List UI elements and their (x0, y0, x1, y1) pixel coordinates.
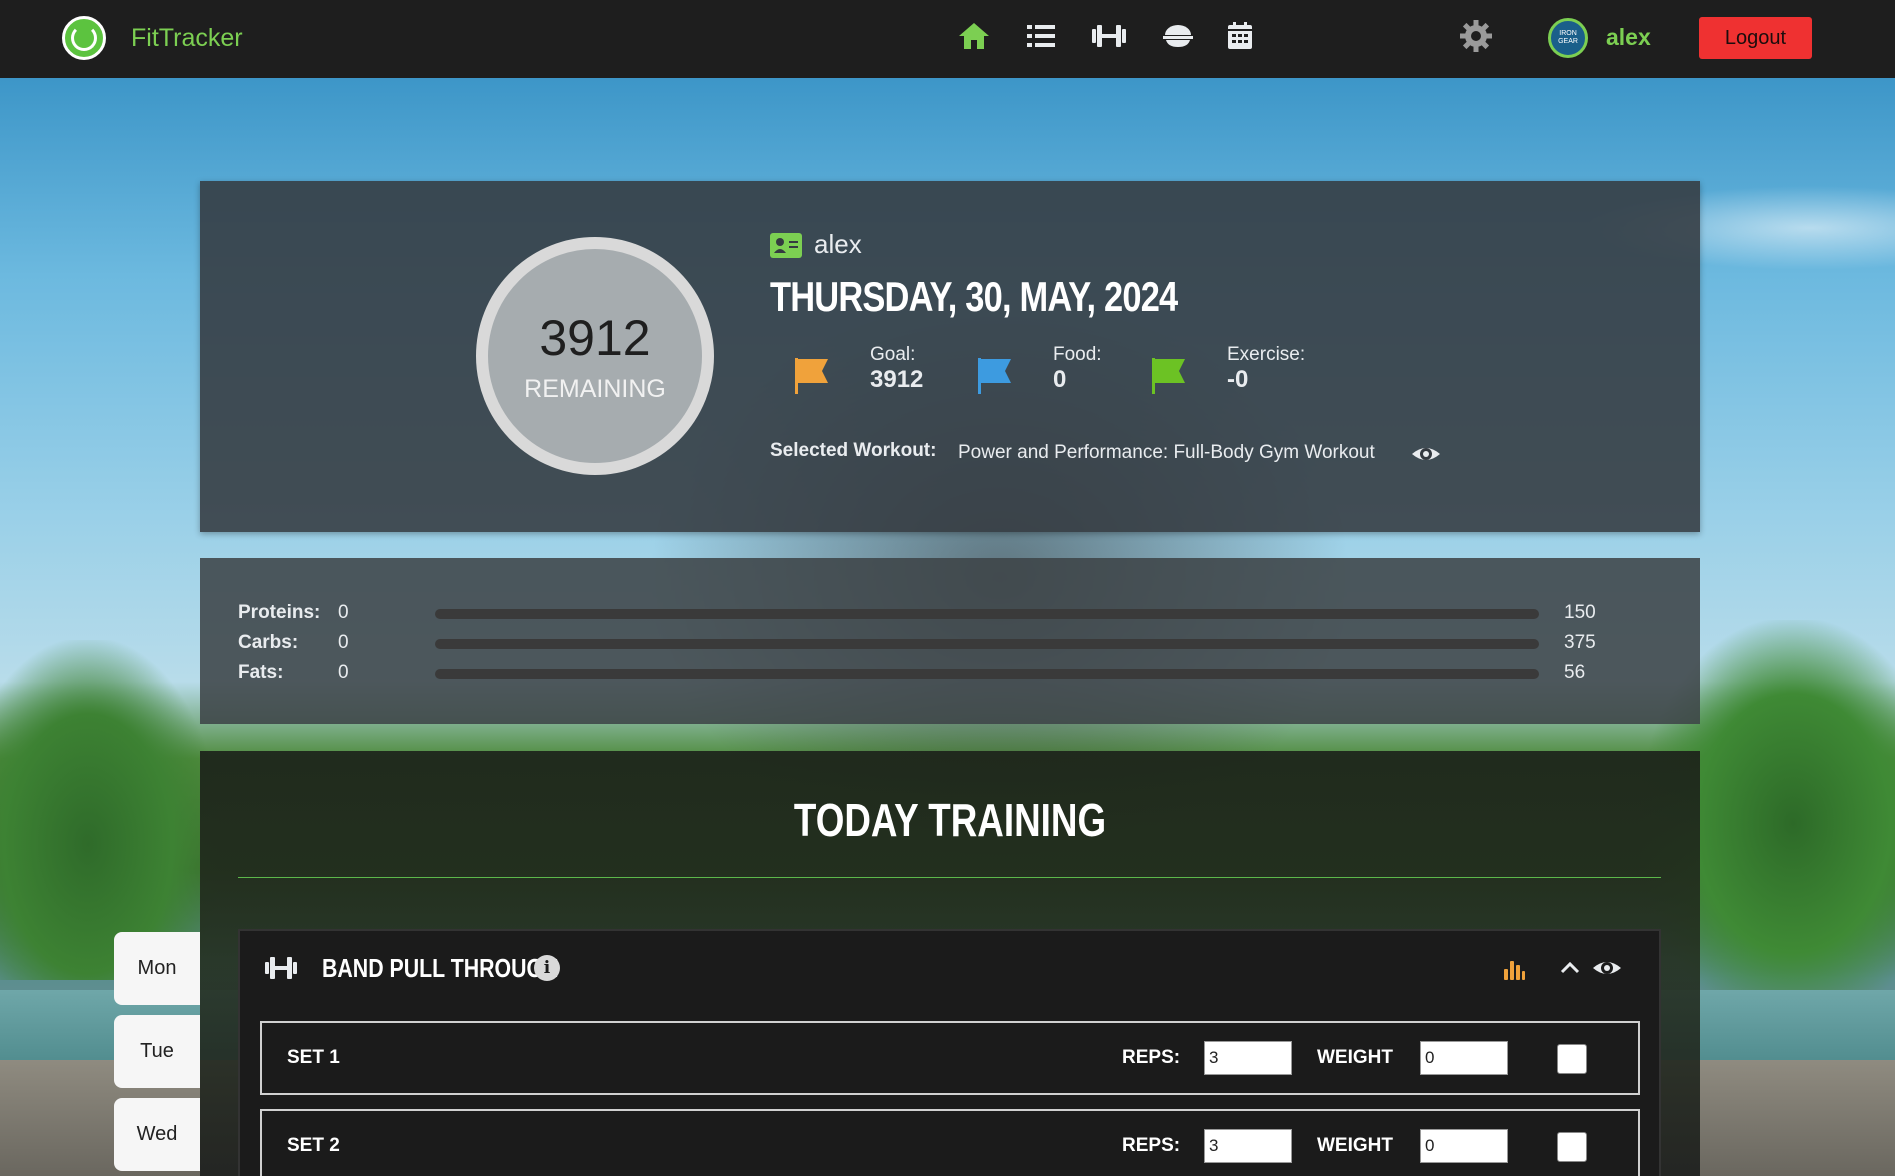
day-tab-wed[interactable]: Wed (114, 1098, 200, 1171)
view-workout-eye-icon[interactable] (1411, 439, 1441, 469)
exercise-stat: Exercise: -0 (1227, 344, 1305, 394)
dumbbell-icon[interactable] (1091, 18, 1127, 54)
weight-input[interactable] (1420, 1041, 1508, 1075)
set-label: SET 2 (287, 1135, 340, 1156)
macro-name: Fats: (238, 662, 284, 683)
macro-name: Carbs: (238, 632, 299, 653)
app-logo-icon[interactable] (62, 16, 106, 60)
set-label: SET 1 (287, 1047, 340, 1068)
id-card-icon (770, 233, 802, 258)
eye-icon[interactable] (1592, 955, 1622, 981)
exercise-value: -0 (1227, 366, 1249, 393)
macro-row-fats: Fats: 0 56 (238, 662, 1658, 686)
reps-input[interactable] (1204, 1041, 1292, 1075)
bar-chart-icon[interactable] (1502, 957, 1526, 981)
logout-button[interactable]: Logout (1699, 17, 1812, 59)
macro-name: Proteins: (238, 602, 321, 623)
macro-goal: 150 (1564, 602, 1596, 623)
selected-workout-value: Power and Performance: Full-Body Gym Wor… (958, 442, 1375, 463)
food-value: 0 (1053, 366, 1067, 393)
day-tab-mon[interactable]: Mon (114, 932, 200, 1005)
day-tab-tue[interactable]: Tue (114, 1015, 200, 1088)
info-icon[interactable]: i (534, 955, 560, 981)
home-icon[interactable] (956, 18, 992, 54)
remaining-calories-circle: 3912 REMAINING (476, 237, 714, 475)
selected-workout-label: Selected Workout: (770, 440, 937, 461)
remaining-calories-value: 3912 (539, 309, 651, 366)
date-title: THURSDAY, 30, MAY, 2024 (770, 273, 1178, 320)
macro-goal: 375 (1564, 632, 1596, 653)
exercise-panel: BAND PULL THROUGH i SET 1 REPS: WEIGHT S… (238, 929, 1661, 1176)
macros-card: Proteins: 0 150 Carbs: 0 375 Fats: 0 56 (200, 558, 1700, 724)
set-row: SET 1 REPS: WEIGHT (260, 1021, 1640, 1095)
nav-username[interactable]: alex (1606, 24, 1651, 51)
goal-label: Goal: (870, 344, 916, 365)
macro-value: 0 (338, 662, 349, 683)
calendar-icon[interactable] (1222, 18, 1258, 54)
exercise-label: Exercise: (1227, 344, 1306, 365)
goal-flag-icon (795, 358, 828, 394)
food-stat: Food: 0 (1053, 344, 1102, 394)
training-title: TODAY TRAINING (793, 794, 1107, 846)
food-label: Food: (1053, 344, 1102, 365)
macro-row-proteins: Proteins: 0 150 (238, 602, 1658, 626)
exercise-name: BAND PULL THROUGH (322, 953, 559, 983)
weight-label: WEIGHT (1317, 1135, 1393, 1156)
profile-name: alex (814, 229, 862, 259)
reps-input[interactable] (1204, 1129, 1292, 1163)
remaining-calories-label: REMAINING (524, 374, 666, 403)
reps-label: REPS: (1122, 1135, 1181, 1156)
set-row: SET 2 REPS: WEIGHT (260, 1109, 1640, 1176)
macro-progress-bar (435, 669, 1539, 679)
weight-input[interactable] (1420, 1129, 1508, 1163)
today-training-card: TODAY TRAINING BAND PULL THROUGH i SET 1… (200, 751, 1700, 1176)
macro-value: 0 (338, 632, 349, 653)
macro-progress-bar (435, 639, 1539, 649)
settings-gear-icon[interactable] (1458, 18, 1494, 54)
exercise-flag-icon (1152, 358, 1185, 394)
set-complete-checkbox[interactable] (1557, 1132, 1587, 1162)
goal-value: 3912 (870, 366, 924, 393)
divider (238, 877, 1661, 878)
user-avatar[interactable]: IRON GEAR (1548, 18, 1588, 58)
weight-label: WEIGHT (1317, 1047, 1393, 1068)
dumbbell-icon (265, 957, 297, 979)
food-bowl-icon[interactable] (1160, 18, 1196, 54)
top-navbar: FitTracker IRON GEAR alex Logout (0, 0, 1895, 78)
macro-progress-bar (435, 609, 1539, 619)
reps-label: REPS: (1122, 1047, 1181, 1068)
food-flag-icon (978, 358, 1011, 394)
chevron-up-icon[interactable] (1557, 955, 1583, 981)
background-trees-left (0, 640, 220, 980)
brand-name[interactable]: FitTracker (131, 24, 243, 53)
goal-stat: Goal: 3912 (870, 344, 923, 394)
daily-summary-card: 3912 REMAINING alex THURSDAY, 30, MAY, 2… (200, 181, 1700, 532)
list-icon[interactable] (1023, 18, 1059, 54)
set-complete-checkbox[interactable] (1557, 1044, 1587, 1074)
macro-goal: 56 (1564, 662, 1586, 683)
macro-value: 0 (338, 602, 349, 623)
macro-row-carbs: Carbs: 0 375 (238, 632, 1658, 656)
